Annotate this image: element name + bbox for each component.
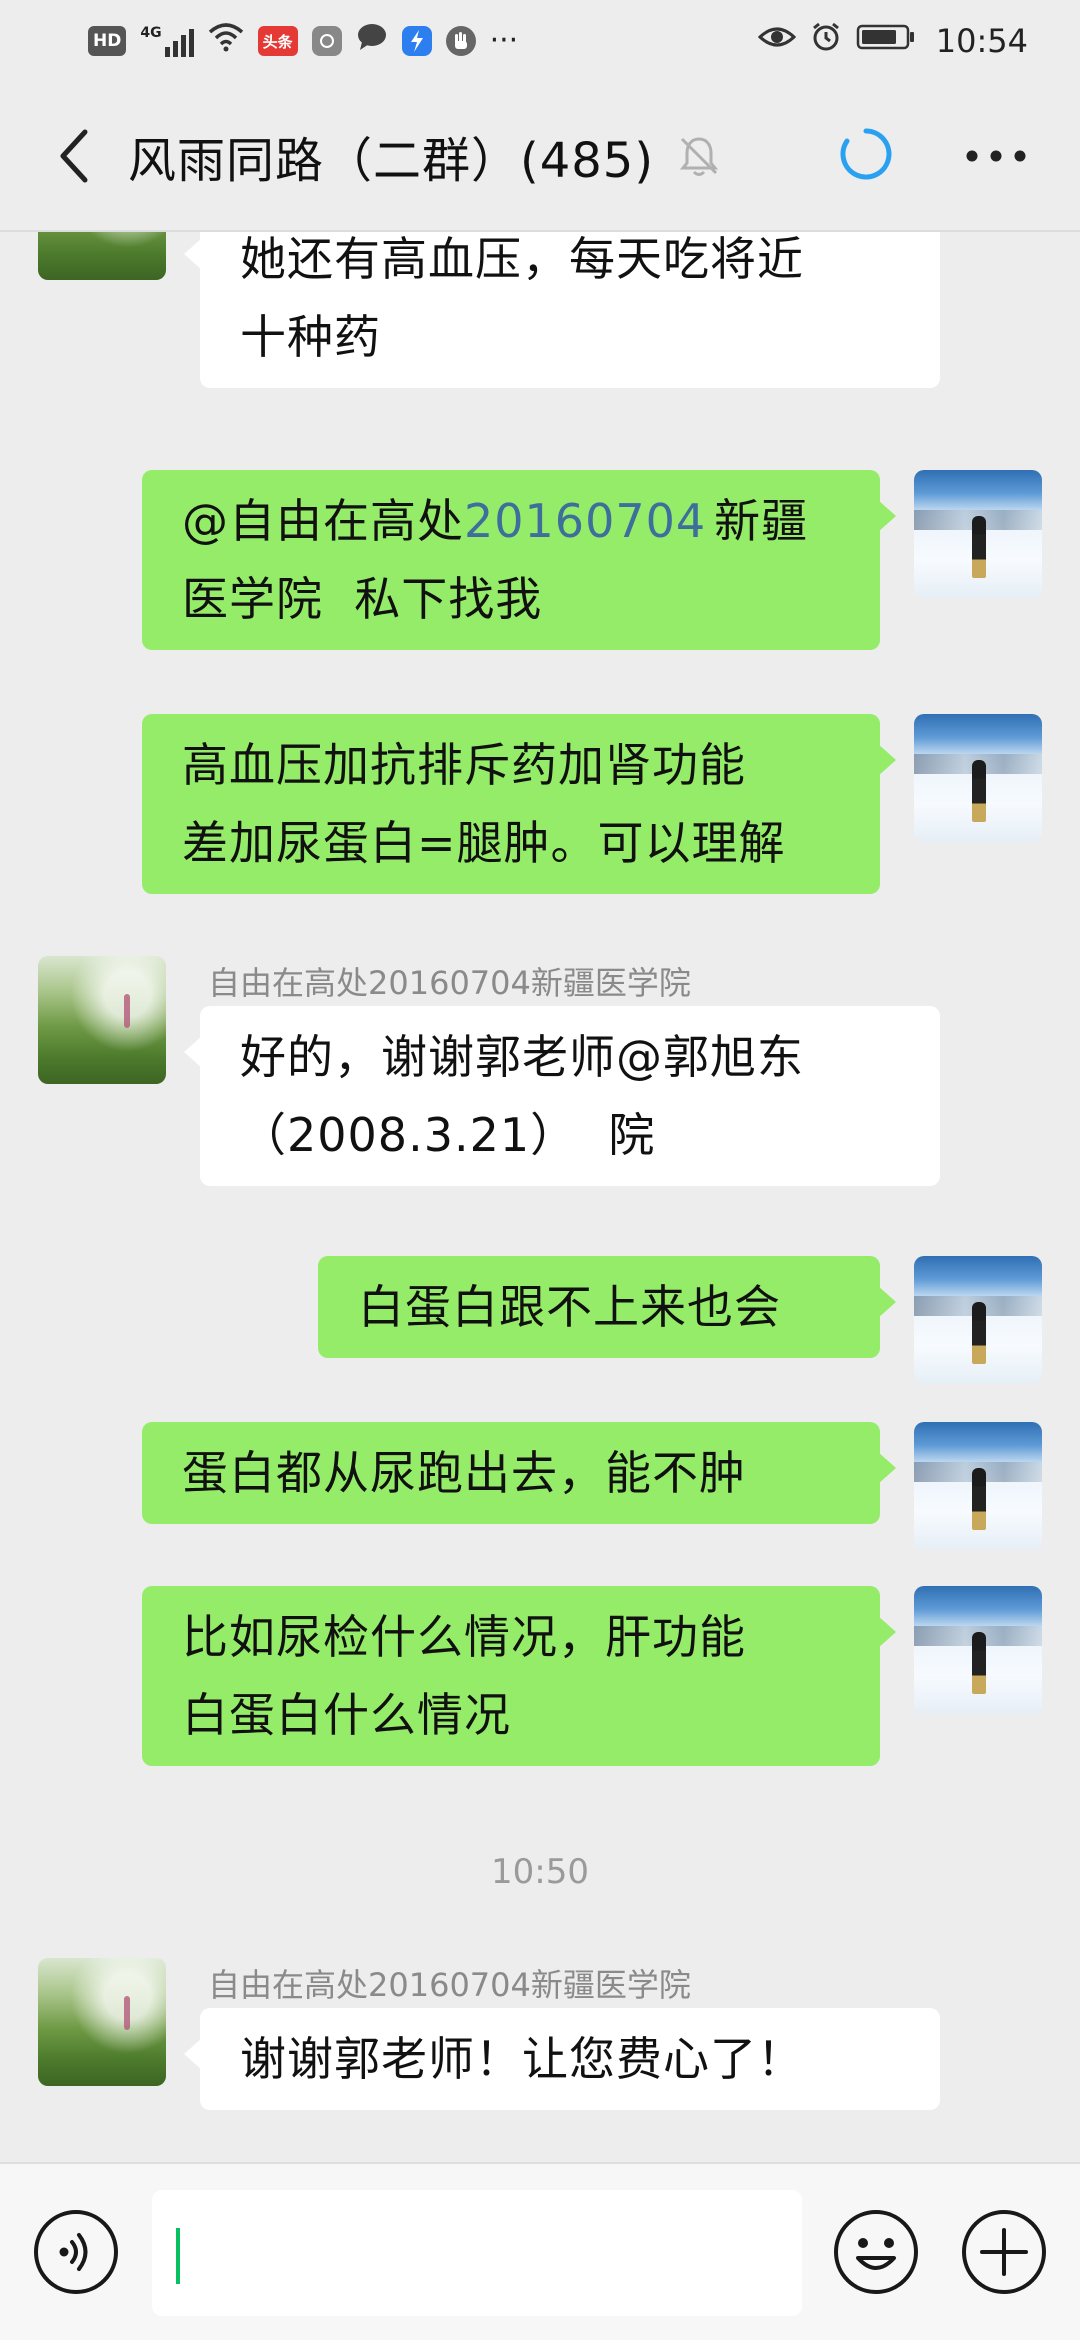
my-avatar[interactable] (914, 714, 1042, 842)
message-line: 白蛋白什么情况 (182, 1688, 511, 1742)
more-icon (966, 150, 1026, 162)
message-bubble[interactable]: 高血压加抗排斥药加肾功能 差加尿蛋白=腿肿。可以理解 (142, 714, 896, 894)
message-bubble[interactable]: 谢谢郭老师！让您费心了！ (184, 2008, 940, 2110)
sender-avatar[interactable] (38, 956, 166, 1084)
my-avatar[interactable] (914, 1422, 1042, 1550)
message-bubble[interactable]: @自由在高处20160704 新疆 医学院 私下找我 (142, 470, 896, 650)
chat-bubble-icon (356, 22, 388, 60)
input-bar (0, 2162, 1080, 2340)
sender-avatar[interactable] (38, 232, 166, 280)
more-functions-button[interactable] (960, 2208, 1048, 2296)
message-bubble[interactable]: 白蛋白跟不上来也会 (318, 1256, 896, 1358)
chat-message-list[interactable]: 她还有高血压，每天吃将近 十种药 @自由在高处20160704 新疆 医学院 私下… (0, 232, 1080, 2162)
message-line: 十种药 (240, 310, 381, 364)
voice-button[interactable] (32, 2208, 120, 2296)
message-item: 白蛋白跟不上来也会 (0, 1256, 1080, 1386)
my-avatar[interactable] (914, 1586, 1042, 1714)
message-item: 自由在高处20160704新疆医学院 好的，谢谢郭老师@郭旭东 （2008.3.… (0, 956, 1080, 1216)
message-line: 医学院 私下找我 (182, 572, 543, 626)
message-bubble[interactable]: 好的，谢谢郭老师@郭旭东 （2008.3.21） 院 (184, 1006, 940, 1186)
wifi-icon (208, 22, 244, 60)
more-dots-icon: ··· (489, 23, 519, 58)
status-bar: HD 4G 头条 ··· 10:54 (0, 0, 1080, 82)
message-line: 高血压加抗排斥药加肾功能 (182, 738, 746, 792)
status-left-icons: HD 4G 头条 ··· (88, 22, 518, 60)
my-avatar[interactable] (914, 1256, 1042, 1384)
sync-ring-icon[interactable] (838, 126, 894, 182)
alarm-icon (810, 21, 842, 61)
app-icon (311, 26, 342, 56)
lightning-app-icon (401, 26, 432, 56)
voice-icon (34, 2210, 118, 2294)
clock-time: 10:54 (935, 22, 1028, 60)
back-button[interactable] (18, 101, 128, 211)
text-caret (176, 2228, 180, 2284)
mention-link[interactable]: 20160704 (464, 494, 706, 548)
message-bubble[interactable]: 她还有高血压，每天吃将近 十种药 (184, 232, 940, 388)
more-options-button[interactable] (952, 112, 1040, 200)
sender-name: 自由在高处20160704新疆医学院 (208, 964, 691, 1002)
hd-icon: HD (88, 26, 127, 56)
chat-title: 风雨同路（二群）(485) (128, 133, 655, 189)
hand-app-icon (445, 26, 476, 56)
message-line: 白蛋白跟不上来也会 (358, 1280, 781, 1334)
my-avatar[interactable] (914, 470, 1042, 598)
mention-text[interactable]: @自由在高处 (182, 494, 464, 548)
toutiao-icon: 头条 (257, 26, 298, 56)
message-item: 蛋白都从尿跑出去，能不肿 (0, 1422, 1080, 1552)
message-item: 自由在高处20160704新疆医学院 谢谢郭老师！让您费心了！ (0, 1958, 1080, 2158)
battery-icon (856, 23, 916, 59)
message-line: @自由在高处20160704 新疆 (182, 482, 840, 560)
message-timestamp: 10:50 (491, 1852, 589, 1892)
message-item: @自由在高处20160704 新疆 医学院 私下找我 (0, 470, 1080, 690)
message-line: 谢谢郭老师！让您费心了！ (240, 2032, 804, 2086)
chat-header: 风雨同路（二群）(485) (0, 82, 1080, 230)
message-input[interactable] (152, 2190, 802, 2316)
message-line: （2008.3.21） 院 (240, 1108, 656, 1162)
message-item: 比如尿检什么情况，肝功能 白蛋白什么情况 (0, 1586, 1080, 1806)
message-line: 比如尿检什么情况，肝功能 (182, 1610, 746, 1664)
message-text: 新疆 (714, 494, 809, 548)
emoji-icon (834, 2210, 918, 2294)
sender-avatar[interactable] (38, 1958, 166, 2086)
sender-name: 自由在高处20160704新疆医学院 (208, 1966, 691, 2004)
mute-bell-icon (679, 137, 719, 176)
plus-icon (962, 2210, 1046, 2294)
back-arrow-icon (60, 129, 88, 183)
message-bubble[interactable]: 蛋白都从尿跑出去，能不肿 (142, 1422, 896, 1524)
message-bubble[interactable]: 比如尿检什么情况，肝功能 白蛋白什么情况 (142, 1586, 896, 1766)
4g-signal-icon: 4G (140, 25, 194, 57)
message-line: 蛋白都从尿跑出去，能不肿 (182, 1446, 746, 1500)
message-line: 她还有高血压，每天吃将近 (240, 232, 804, 286)
status-right-icons: 10:54 (757, 21, 1028, 61)
message-line: 好的，谢谢郭老师@郭旭东 (240, 1030, 804, 1084)
message-item: 高血压加抗排斥药加肾功能 差加尿蛋白=腿肿。可以理解 (0, 714, 1080, 934)
emoji-button[interactable] (832, 2208, 920, 2296)
message-line: 差加尿蛋白=腿肿。可以理解 (182, 816, 786, 870)
eye-icon (757, 23, 796, 59)
